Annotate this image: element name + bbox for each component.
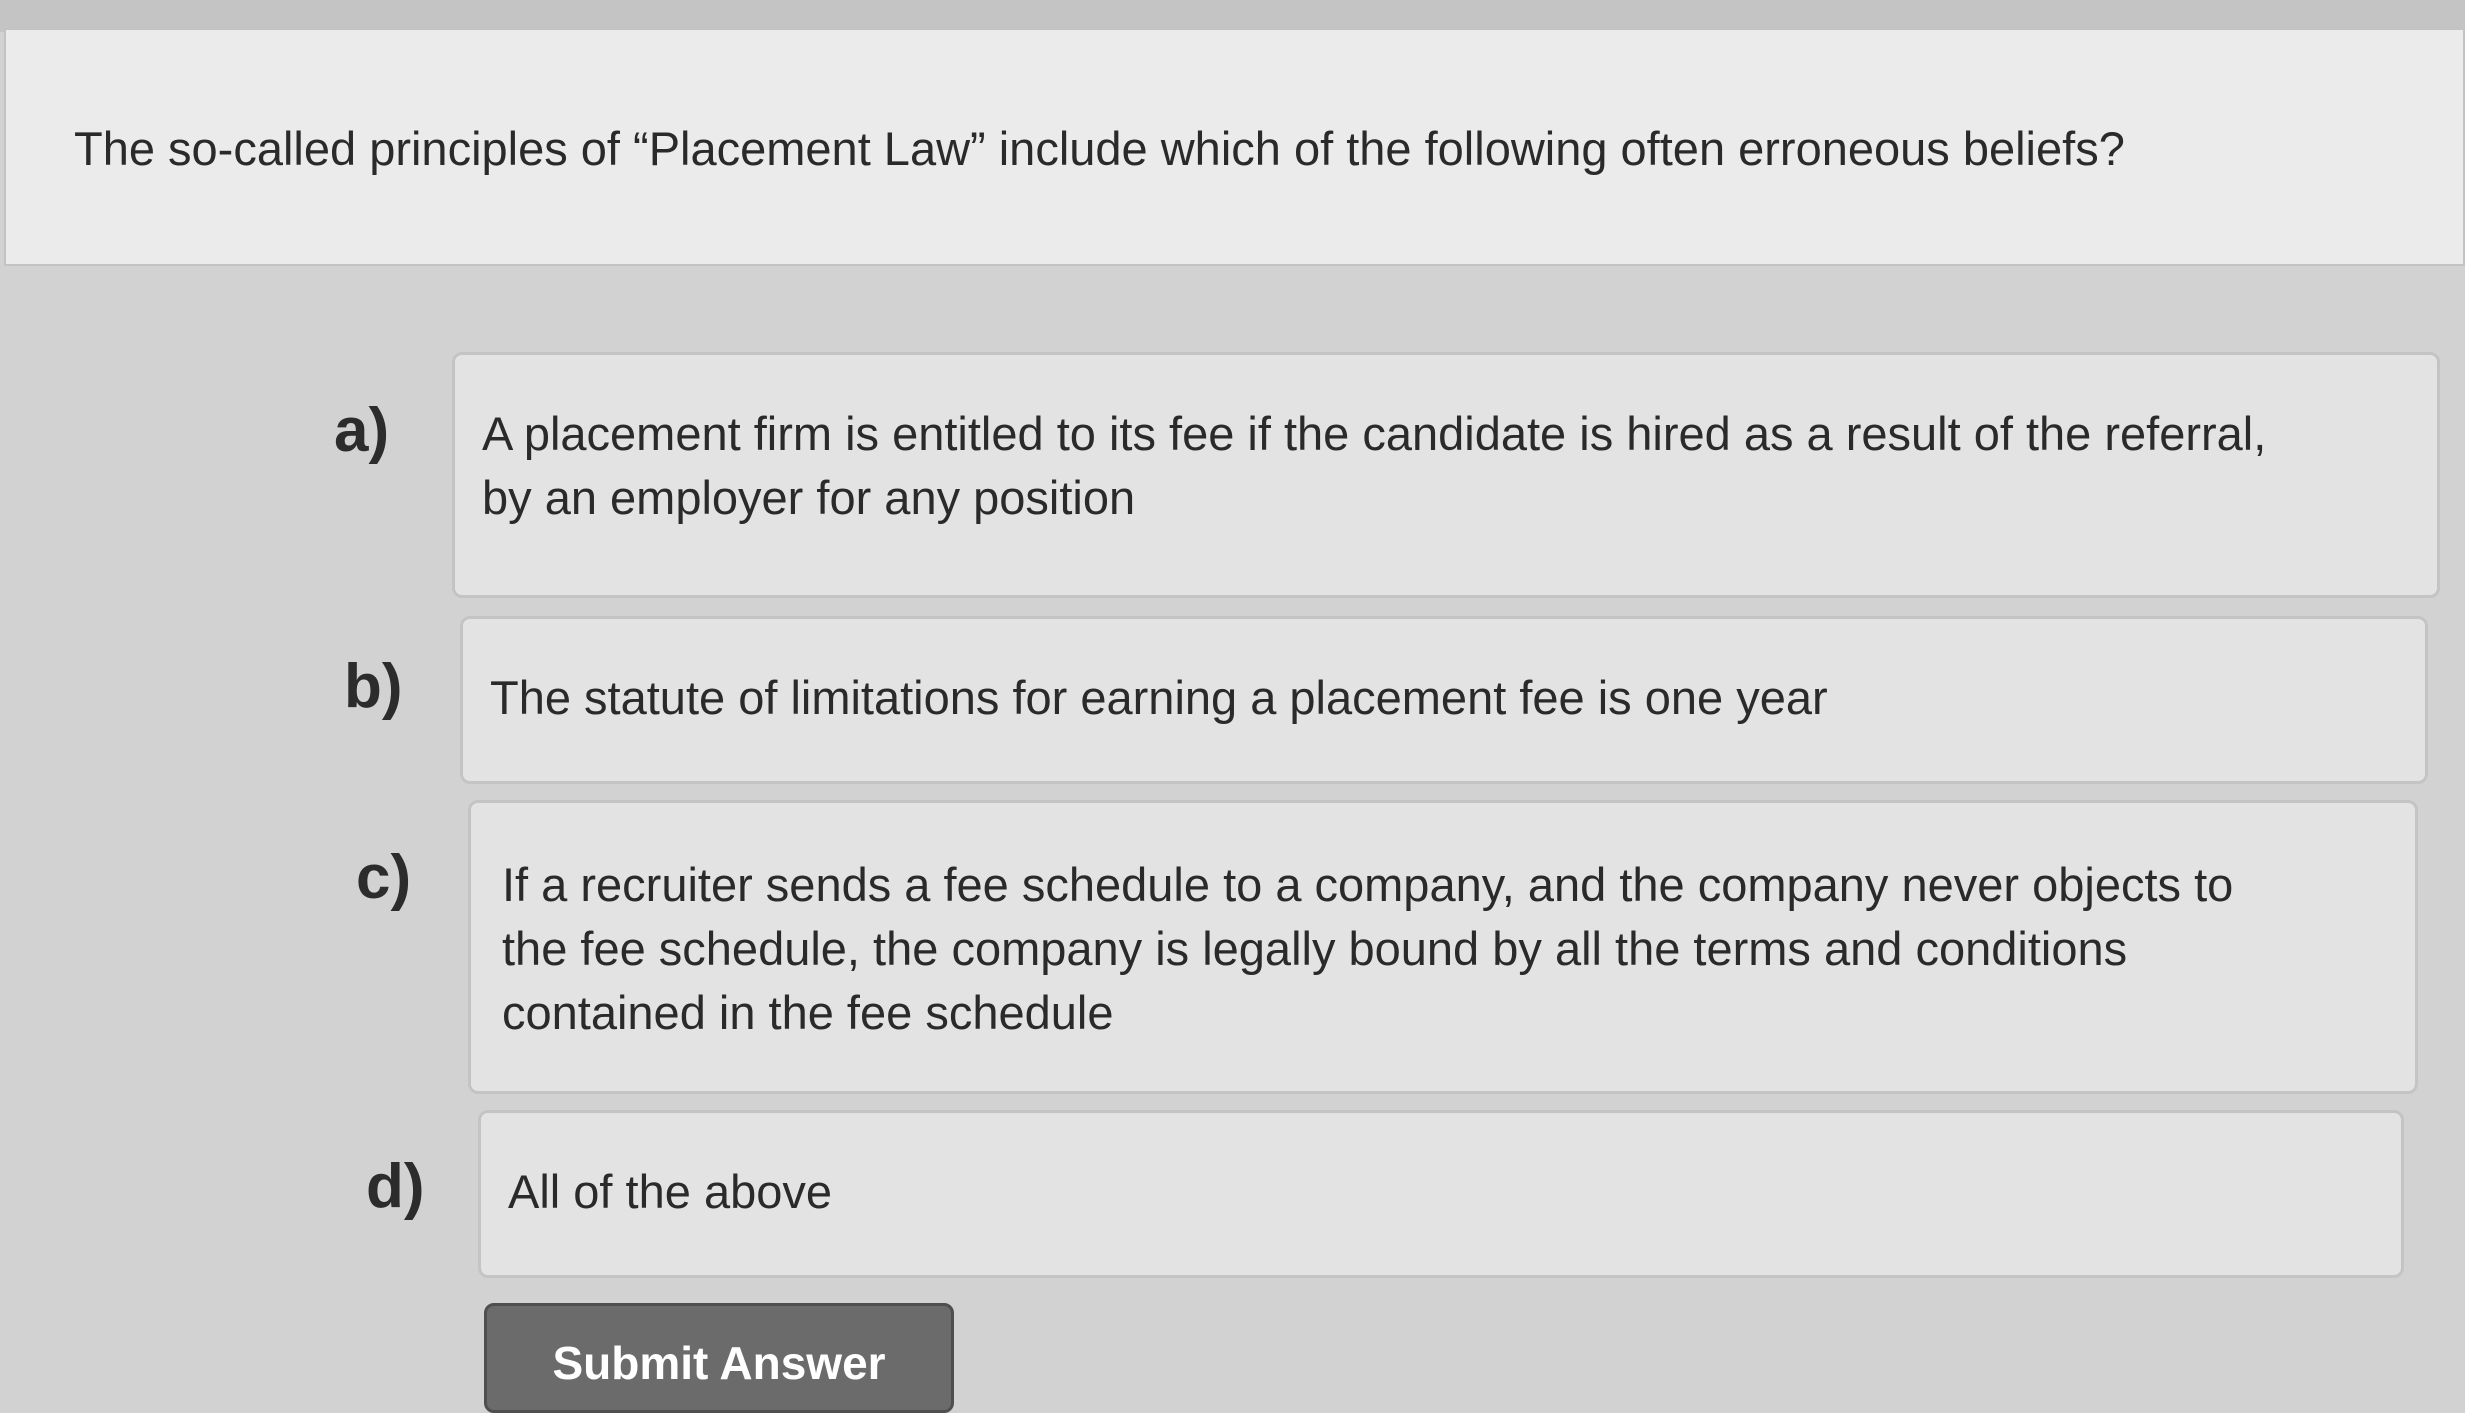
option-a-letter: a): [334, 396, 390, 465]
option-c-line-3: contained in the fee schedule: [502, 986, 1114, 1039]
option-a-line-1: A placement firm is entitled to its fee …: [482, 407, 2267, 460]
option-c-line-2: the fee schedule, the company is legally…: [502, 922, 2128, 975]
question-text: The so-called principles of “Placement L…: [74, 122, 2125, 175]
option-a-line-2: by an employer for any position: [482, 471, 1136, 524]
option-b-text: The statute of limitations for earning a…: [490, 666, 1828, 730]
option-c-text: If a recruiter sends a fee schedule to a…: [502, 853, 2233, 1045]
option-b-line-1: The statute of limitations for earning a…: [490, 671, 1828, 724]
option-c-line-1: If a recruiter sends a fee schedule to a…: [502, 858, 2234, 911]
option-d-letter: d): [366, 1152, 425, 1221]
option-d-text: All of the above: [508, 1160, 832, 1224]
option-a-text: A placement firm is entitled to its fee …: [482, 402, 2266, 530]
option-c-letter: c): [356, 843, 412, 912]
option-b-letter: b): [344, 652, 403, 721]
option-d-line-1: All of the above: [508, 1165, 832, 1218]
